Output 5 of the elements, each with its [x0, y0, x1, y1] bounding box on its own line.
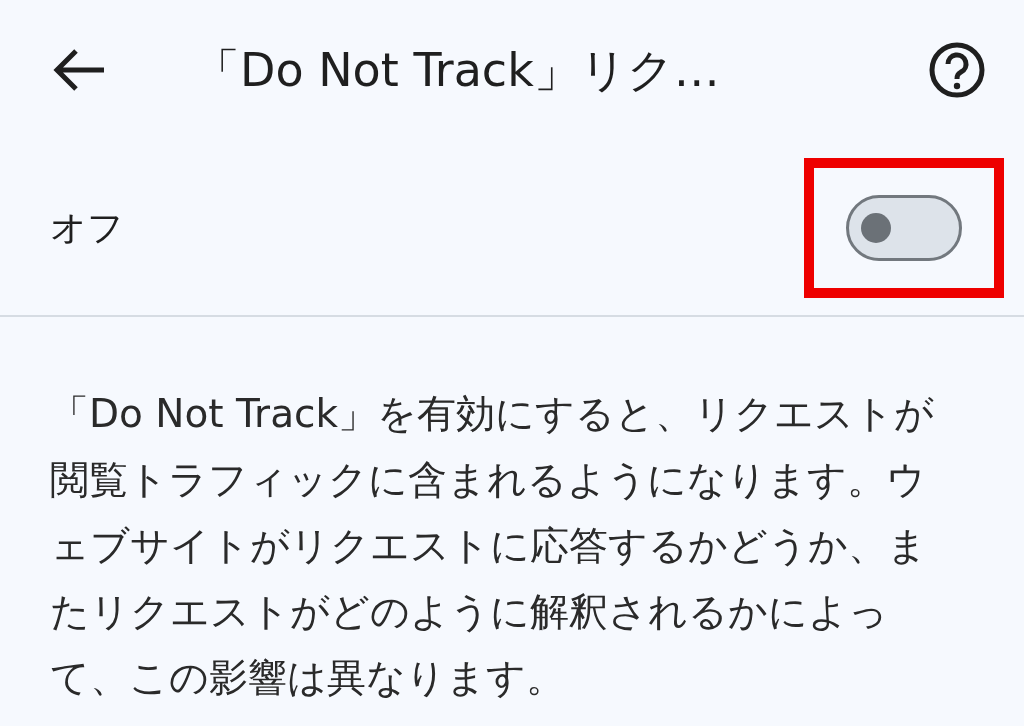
setting-label: オフ [50, 205, 124, 250]
page-title: 「Do Not Track」リク… [194, 42, 720, 97]
back-icon[interactable] [52, 48, 106, 92]
help-icon[interactable] [928, 41, 986, 99]
description-text: 「Do Not Track」を有効にすると、リクエストが閲覧トラフィックに含まれるようになります。ウェブサイトがリクエストに応答するかどうか、またリクエストがどのように解釈されるかによって、この影響は異なります。 [49, 390, 936, 702]
